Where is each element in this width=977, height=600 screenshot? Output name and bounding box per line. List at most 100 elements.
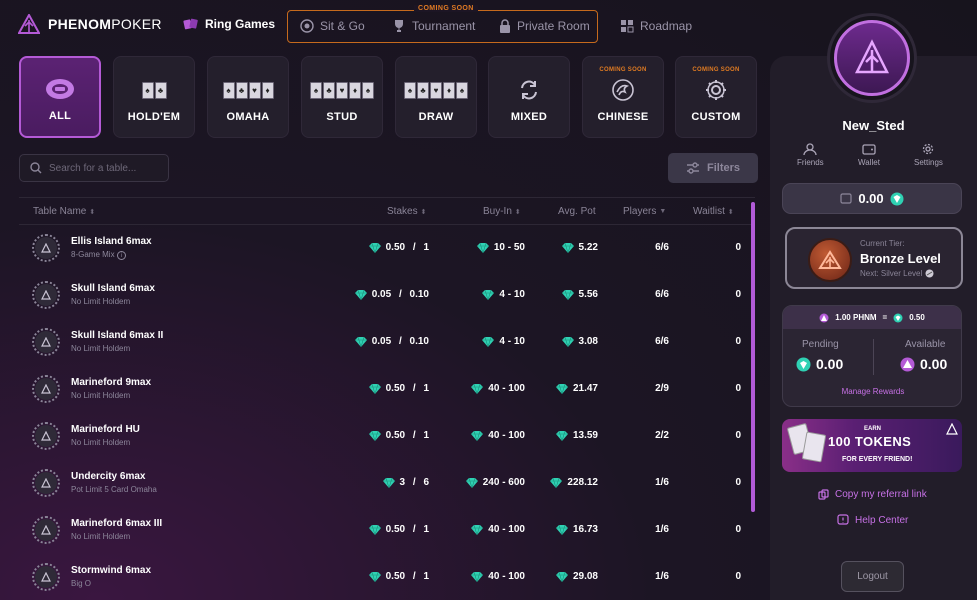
wallet-button[interactable]: Wallet [858,143,880,167]
token-icon [471,383,484,394]
table-avg-pot: 21.47 [555,383,598,394]
nav-sit-go[interactable]: Sit & Go [300,19,365,33]
settings-button[interactable]: Settings [914,143,943,167]
category-omaha[interactable]: ♠ ♣ ♥ ♦ OMAHA [207,56,289,138]
table-row[interactable]: Skull Island 6max No Limit Holdem 0.05 / 0… [19,273,749,320]
table-row[interactable]: Stormwind 6max Big O 0.50 / 1 40 - 100 29.08… [19,555,749,600]
table-avg-pot: 5.22 [561,242,598,253]
table-stakes: 0.50 / 1 [368,242,429,253]
nav-private-room[interactable]: Private Room [499,19,590,33]
table-name: Stormwind 6max [71,565,152,576]
token-icon [796,357,811,371]
phnm-token-icon [819,313,829,322]
table-players: 2/9 [655,383,669,394]
col-table-name[interactable]: Table Name ⬍ [33,206,95,217]
coming-soon-badge: COMING SOON [599,67,647,73]
logout-button[interactable]: Logout [841,561,904,592]
promo-earn: EARN [864,426,882,432]
gear-icon [923,143,934,155]
tier-card[interactable]: Current Tier: Bronze Level Next: Silver … [785,227,963,289]
table-stakes: 0.50 / 1 [368,430,429,441]
category-mixed[interactable]: MIXED [488,56,570,138]
promo-subtitle: FOR EVERY FRIEND! [842,456,913,463]
table-header: Table Name ⬍ Stakes ⬍ Buy-In ⬍ Avg. Pot Pla… [19,197,755,225]
table-type-icon [32,234,60,262]
table-row[interactable]: Marineford 9max No Limit Holdem 0.50 / 1 40… [19,367,749,414]
manage-rewards-link[interactable]: Manage Rewards [783,387,961,396]
table-name: Undercity 6max [71,471,146,482]
category-custom[interactable]: COMING SOON CUSTOM [675,56,757,138]
table-row[interactable]: Marineford 6max III No Limit Holdem 0.50 /… [19,508,749,555]
silver-medal-icon [925,269,934,278]
friends-button[interactable]: Friends [797,143,824,167]
category-label: HOLD'EM [127,111,181,123]
table-buy-in: 40 - 100 [471,430,525,441]
table-waitlist: 0 [735,383,741,394]
col-avg-pot[interactable]: Avg. Pot [558,206,596,217]
balance-box[interactable]: 0.00 [782,183,962,214]
table-buy-in: 4 - 10 [482,289,525,300]
gear-icon [704,77,728,103]
coming-soon-badge: COMING SOON [692,67,740,73]
avatar[interactable] [827,13,917,103]
logo[interactable]: PHENOMPOKER [18,14,162,34]
category-holdem[interactable]: ♠ ♣ HOLD'EM [113,56,195,138]
category-stud[interactable]: ♠ ♣ ♥ ♦ ♠ STUD [301,56,383,138]
wallet-label: Wallet [858,158,880,167]
token-icon [561,242,574,253]
table-buy-in: 40 - 100 [471,383,525,394]
category-label: DRAW [418,111,454,123]
chip-icon [300,19,314,33]
table-row[interactable]: Skull Island 6max II No Limit Holdem 0.05 … [19,320,749,367]
info-icon[interactable]: i [116,251,126,260]
category-chinese[interactable]: COMING SOON CHINESE [582,56,664,138]
logo-text: PHENOMPOKER [48,16,162,32]
table-name: Marineford 6max III [71,518,163,529]
token-icon [550,477,563,488]
token-icon [368,571,381,582]
search-box[interactable] [19,154,169,182]
help-center-link[interactable]: Help Center [837,514,908,526]
nav-ring-games-label: Ring Games [205,17,276,31]
token-icon [471,430,484,441]
category-draw[interactable]: ♠ ♣ ♥ ♦ ♠ DRAW [395,56,477,138]
table-game-type: No Limit Holdem [71,297,131,306]
category-all[interactable]: ALL [19,56,101,138]
col-buy-in[interactable]: Buy-In ⬍ [483,206,521,217]
table-type-icon [32,328,60,356]
col-waitlist[interactable]: Waitlist ⬍ [693,206,734,217]
table-row[interactable]: Undercity 6max Pot Limit 5 Card Omaha 3 / … [19,461,749,508]
col-stakes[interactable]: Stakes ⬍ [387,206,426,217]
table-type-icon [32,563,60,591]
table-avg-pot: 16.73 [555,524,598,535]
token-icon [368,242,381,253]
search-input[interactable] [49,162,159,174]
sort-icon: ⬍ [514,208,521,216]
col-players[interactable]: Players ▼ [623,206,666,217]
table-avg-pot: 228.12 [550,477,598,488]
table-stakes: 3 / 6 [382,477,429,488]
scrollbar[interactable] [751,202,755,512]
settings-label: Settings [914,158,943,167]
token-icon [476,242,489,253]
table-row[interactable]: Ellis Island 6max 8-Game Mix i 0.50 / 1 10 … [19,226,749,273]
balance-value: 0.00 [858,191,884,206]
table-game-type: No Limit Holdem [71,344,131,353]
wallet-icon [862,144,876,155]
copy-referral-link[interactable]: Copy my referral link [818,489,927,500]
table-name: Ellis Island 6max [71,236,152,247]
nav-private-room-label: Private Room [517,19,590,33]
referral-promo-banner[interactable]: EARN 100 TOKENS FOR EVERY FRIEND! [782,419,962,472]
filters-button[interactable]: Filters [668,153,758,183]
token-icon [893,313,903,322]
table-avg-pot: 13.59 [555,430,598,441]
nav-tournament[interactable]: Tournament [392,19,475,33]
nav-ring-games[interactable]: Ring Games [183,17,275,31]
five-cards-icon: ♠ ♣ ♥ ♦ ♠ [404,77,468,103]
table-buy-in: 40 - 100 [471,571,525,582]
table-row[interactable]: Marineford HU No Limit Holdem 0.50 / 1 40 -… [19,414,749,461]
username: New_Sted [842,118,905,133]
tier-name: Bronze Level [860,251,941,266]
trophy-icon [395,20,403,32]
nav-roadmap[interactable]: Roadmap [620,19,692,33]
